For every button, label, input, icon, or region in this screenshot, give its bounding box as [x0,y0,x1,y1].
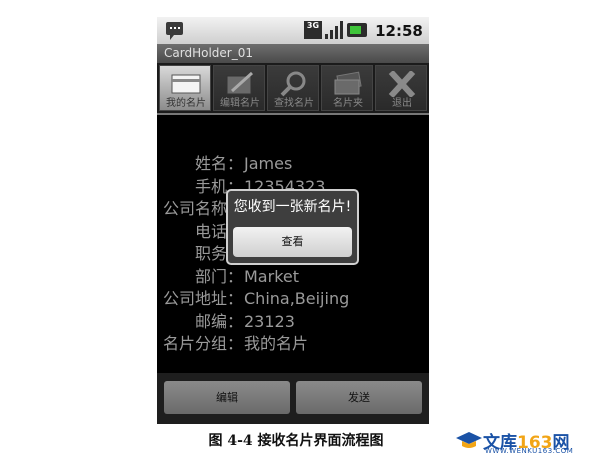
dialog-message: 您收到一张新名片! [233,199,352,215]
field-label: 公司地址 [162,289,227,308]
bottom-bar: 编辑 发送 [157,373,429,424]
network-3g-icon: 3G [304,21,322,39]
field-label: 邮编 [194,311,227,331]
graduation-cap-icon [456,432,482,448]
field-label: 手机 [194,176,227,196]
field-separator: ： [227,289,244,308]
field-row: 公司地址： China,Beijing [157,289,429,309]
tab-label: 查找名片 [274,98,314,109]
tab-find-card[interactable]: 查找名片 [267,65,319,111]
tab-label: 名片夹 [333,98,363,109]
field-value: China,Beijing [244,289,350,308]
field-value: Market [244,266,299,286]
tab-divider [157,113,429,115]
tab-exit[interactable]: 退出 [375,65,427,111]
tab-bar: 我的名片 编辑名片 查找名片 名片夹 退出 [157,63,429,113]
field-separator: ： [227,154,244,173]
status-time: 12:58 PM [375,22,423,60]
field-row: 部门： Market [157,267,429,287]
app-title: CardHolder_01 [157,44,429,63]
field-separator: ： [227,266,244,286]
status-bar: 3G 12:58 PM [157,17,429,60]
chat-notification-icon [166,22,183,40]
field-label: 名片分组 [162,334,227,353]
watermark-url: WWW.WENKU163.COM [485,447,574,455]
tab-label: 编辑名片 [220,98,260,109]
battery-icon [347,23,367,37]
field-row: 邮编： 23123 [157,312,429,332]
field-row: 姓名： James [157,154,429,174]
tab-card-folder[interactable]: 名片夹 [321,65,373,111]
new-card-dialog: 您收到一张新名片! 查看 [226,189,359,265]
tab-my-card[interactable]: 我的名片 [159,65,211,111]
field-separator: ： [227,334,244,353]
signal-icon [325,21,343,39]
field-label: 职务 [194,244,227,263]
field-label: 电话 [194,221,227,241]
field-label: 姓名 [194,154,227,173]
field-separator: ： [227,311,244,331]
field-label: 公司名称 [162,199,227,218]
field-row: 名片分组：我的名片 [157,334,429,354]
field-label: 部门 [194,266,227,286]
watermark-logo: 文库163网 WWW.WENKU163.COM [455,428,585,456]
field-value: 我的名片 [244,334,309,353]
tab-label: 我的名片 [166,98,206,109]
field-value: 23123 [244,311,295,331]
send-button[interactable]: 发送 [296,381,422,414]
edit-button[interactable]: 编辑 [164,381,290,414]
tab-label: 退出 [392,98,412,109]
tab-edit-card[interactable]: 编辑名片 [213,65,265,111]
view-button[interactable]: 查看 [233,227,352,257]
field-value: James [244,154,293,173]
